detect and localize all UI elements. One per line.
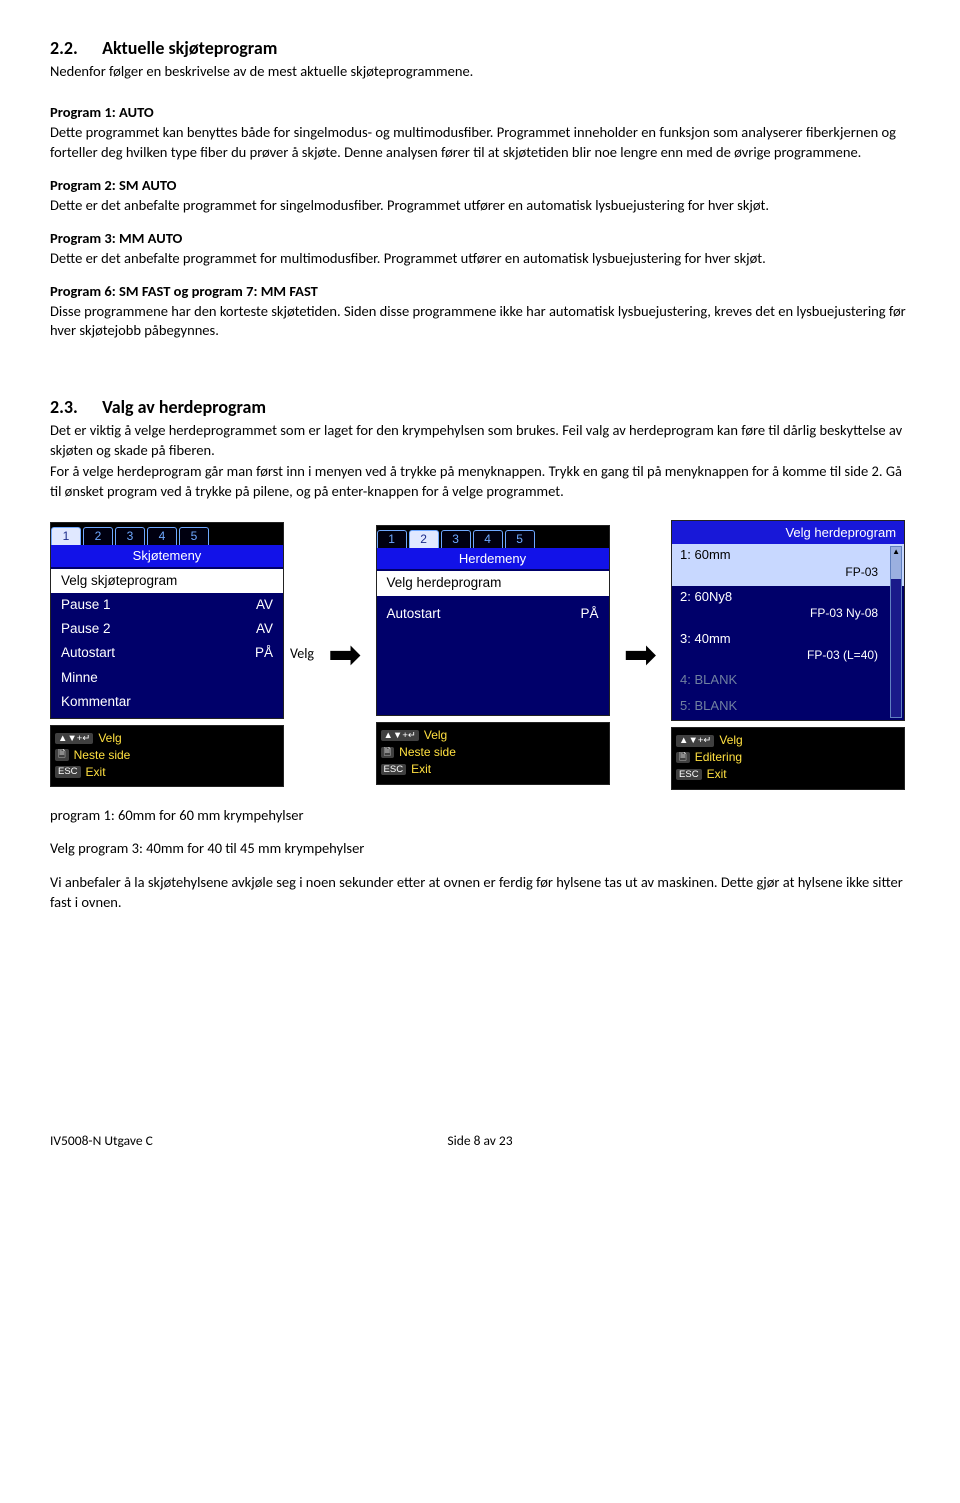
- esc-icon: ESC: [676, 769, 702, 781]
- post-line-2: Velg program 3: 40mm for 40 til 45 mm kr…: [50, 839, 910, 859]
- post-line-1: program 1: 60mm for 60 mm krympehylser: [50, 806, 910, 826]
- menu-item[interactable]: Kommentar: [51, 690, 283, 714]
- tab-1[interactable]: 1: [377, 530, 407, 548]
- tab-4[interactable]: 4: [147, 527, 177, 545]
- program-item[interactable]: 3: 40mm FP-03 (L=40): [672, 628, 904, 670]
- program-2: Program 2: SM AUTO Dette er det anbefalt…: [50, 176, 910, 215]
- para-2-3-b: For å velge herdeprogram går man først i…: [50, 462, 910, 501]
- program-item[interactable]: 4: BLANK: [672, 669, 904, 695]
- screen-title: Herdemeny: [377, 548, 609, 570]
- arrows-icon: ▲▼+↵: [381, 730, 419, 742]
- screenshots-row: 1 2 3 4 5 Skjøtemeny Velg skjøteprogram …: [50, 520, 910, 790]
- program-6-7: Program 6: SM FAST og program 7: MM FAST…: [50, 282, 910, 341]
- screen-title: Velg herdeprogram: [672, 521, 904, 545]
- heading-2-3: 2.3. Valg av herdeprogram: [50, 395, 910, 419]
- tab-strip: 1 2 3 4 5: [51, 523, 283, 545]
- menu-item[interactable]: Pause 1AV: [51, 593, 283, 617]
- page-icon: 🗎: [55, 749, 69, 761]
- footer-center: Side 8 av 23: [50, 1132, 910, 1150]
- esc-icon: ESC: [381, 764, 407, 776]
- page-footer: IV5008-N Utgave C Side 8 av 23: [50, 1132, 910, 1150]
- scroll-thumb[interactable]: [891, 557, 901, 579]
- tab-1[interactable]: 1: [51, 527, 81, 545]
- menu-item[interactable]: Velg herdeprogram: [377, 571, 609, 595]
- arrows-icon: ▲▼+↵: [55, 733, 93, 745]
- intro-2-2: Nedenfor følger en beskrivelse av de mes…: [50, 62, 910, 82]
- tab-5[interactable]: 5: [179, 527, 209, 545]
- menu-item[interactable]: AutostartPÅ: [51, 641, 283, 665]
- post-line-3: Vi anbefaler å la skjøtehylsene avkjøle …: [50, 873, 910, 912]
- menu-item[interactable]: Minne: [51, 666, 283, 690]
- program-item[interactable]: 2: 60Ny8 FP-03 Ny-08: [672, 586, 904, 628]
- hint-bar: ▲▼+↵Velg 🗎Neste side ESCExit: [50, 725, 284, 787]
- screen-title: Skjøtemeny: [51, 545, 283, 567]
- menu-item[interactable]: AutostartPÅ: [377, 602, 609, 626]
- para-2-3-a: Det er viktig å velge herdeprogrammet so…: [50, 421, 910, 460]
- heading-2-2: 2.2. Aktuelle skjøteprogram: [50, 36, 910, 60]
- screen-velg-herdeprogram: Velg herdeprogram 1: 60mm FP-03 2: 60Ny8…: [671, 520, 905, 722]
- tab-2[interactable]: 2: [409, 530, 439, 548]
- page-icon: 🗎: [676, 752, 690, 764]
- tab-3[interactable]: 3: [441, 530, 471, 548]
- tab-3[interactable]: 3: [115, 527, 145, 545]
- tab-5[interactable]: 5: [505, 530, 535, 548]
- hint-bar: ▲▼+↵Velg 🗎Editering ESCExit: [671, 727, 905, 789]
- footer-left: IV5008-N Utgave C: [50, 1132, 153, 1150]
- tab-2[interactable]: 2: [83, 527, 113, 545]
- arrows-icon: ▲▼+↵: [676, 735, 714, 747]
- scrollbar[interactable]: ▲: [890, 546, 902, 718]
- esc-icon: ESC: [55, 766, 81, 778]
- menu-item[interactable]: Pause 2AV: [51, 617, 283, 641]
- menu-item[interactable]: Velg skjøteprogram: [51, 569, 283, 593]
- arrow-right-icon: ➡: [328, 635, 362, 675]
- screen-herdemeny: 1 2 3 4 5 Herdemeny Velg herdeprogram Au…: [376, 525, 610, 717]
- hint-bar: ▲▼+↵Velg 🗎Neste side ESCExit: [376, 722, 610, 784]
- velg-label: Velg: [290, 645, 314, 664]
- arrow-right-icon: ➡: [624, 635, 658, 675]
- tab-4[interactable]: 4: [473, 530, 503, 548]
- screen-skjotemeny: 1 2 3 4 5 Skjøtemeny Velg skjøteprogram …: [50, 522, 284, 719]
- program-item[interactable]: 5: BLANK: [672, 695, 904, 721]
- program-1: Program 1: AUTO Dette programmet kan ben…: [50, 103, 910, 162]
- scroll-up-icon[interactable]: ▲: [891, 547, 901, 557]
- program-item[interactable]: 1: 60mm FP-03: [672, 544, 904, 586]
- program-3: Program 3: MM AUTO Dette er det anbefalt…: [50, 229, 910, 268]
- page-icon: 🗎: [381, 747, 395, 759]
